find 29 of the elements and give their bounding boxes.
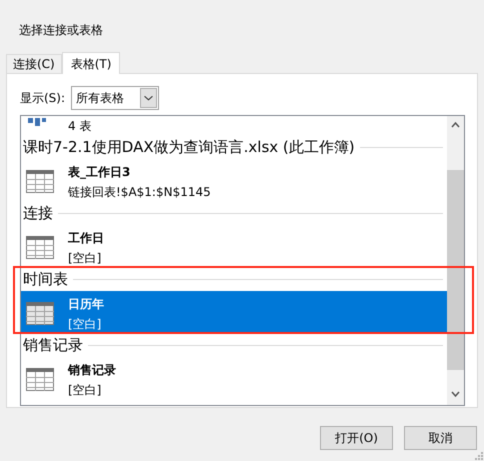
window-title: 选择连接或表格 xyxy=(19,22,103,39)
dialog-button[interactable]: 取消 xyxy=(404,426,477,450)
section-header: 连接 xyxy=(23,202,53,224)
item-title: 日历年 xyxy=(68,296,104,313)
chevron-down-icon xyxy=(140,88,158,108)
item-subtitle: [空白] xyxy=(68,250,102,267)
section-header: 课时7-2.1使用DAX做为查询语言.xlsx (此工作簿) xyxy=(23,136,355,158)
filter-label: 显示(S): xyxy=(20,90,66,107)
table-icon xyxy=(26,368,54,391)
item-title: 工作日 xyxy=(68,230,104,247)
list-item[interactable]: 日历年 [空白] xyxy=(21,291,447,333)
filter-dropdown[interactable]: 所有表格 xyxy=(71,86,160,110)
item-subtitle: 链接回表!$A$1:$N$1145 xyxy=(68,184,211,201)
item-subtitle: [空白] xyxy=(68,316,102,333)
scrollbar-thumb[interactable] xyxy=(447,170,464,370)
item-title: 销售记录 xyxy=(68,362,116,379)
item-title: 表_工作日3 xyxy=(68,164,132,181)
scrollbar[interactable] xyxy=(447,116,464,405)
item-subtitle: 4 表 xyxy=(68,118,92,135)
dialog-button[interactable]: 打开(O) xyxy=(320,426,393,450)
section-header: 时间表 xyxy=(23,268,68,290)
item-subtitle: [空白] xyxy=(68,382,102,399)
tab[interactable]: 连接(C) xyxy=(6,54,62,73)
resize-grip-icon[interactable] xyxy=(475,452,483,460)
table-icon xyxy=(26,236,54,259)
section-header: 销售记录 xyxy=(23,334,83,356)
table-icon xyxy=(26,302,54,325)
tab[interactable]: 表格(T) xyxy=(62,52,120,74)
table-icon xyxy=(26,170,54,193)
